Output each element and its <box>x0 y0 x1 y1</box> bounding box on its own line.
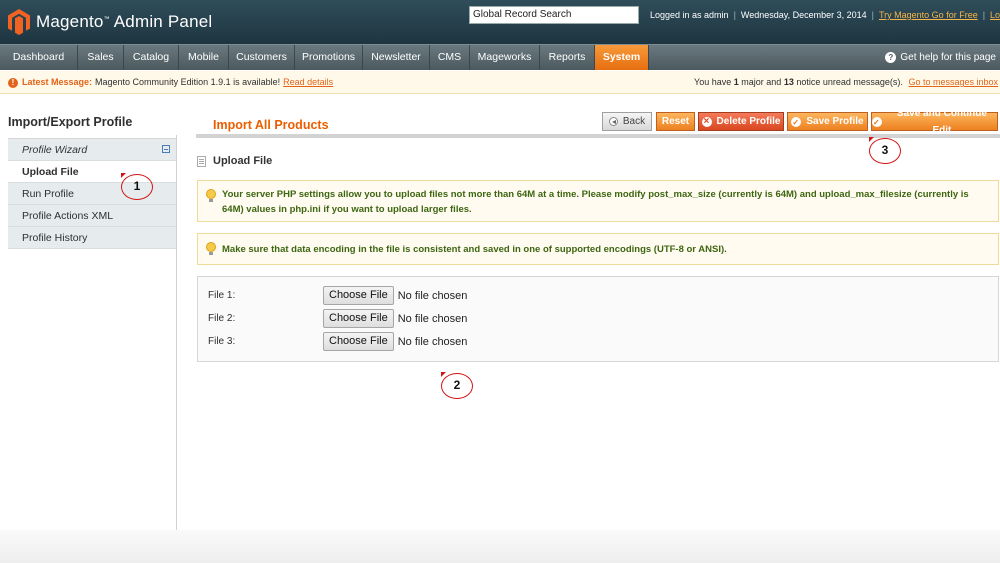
annotation-3: 3 <box>869 138 901 164</box>
nav-customers[interactable]: Customers <box>229 45 295 70</box>
title-divider <box>196 134 1000 138</box>
lightbulb-icon <box>206 189 216 202</box>
try-magento-go-link[interactable]: Try Magento Go for Free <box>879 10 978 20</box>
choose-file-button[interactable]: Choose File <box>323 332 394 351</box>
latest-message-label: Latest Message: <box>22 77 93 87</box>
notice-text: Your server PHP settings allow you to up… <box>222 189 969 215</box>
current-date: Wednesday, December 3, 2014 <box>740 10 867 20</box>
save-icon <box>791 114 802 131</box>
delete-icon <box>701 113 712 130</box>
major-count: 1 <box>733 77 739 87</box>
annotation-2: 2 <box>441 373 473 399</box>
file-row: File 1: Choose File No file chosen <box>208 286 467 305</box>
reset-button[interactable]: Reset <box>656 112 695 131</box>
nav-sales[interactable]: Sales <box>78 45 124 70</box>
magento-logo-icon <box>8 9 30 35</box>
warning-icon: ! <box>8 77 18 88</box>
header-info: Logged in as admin | Wednesday, December 3… <box>650 10 1000 20</box>
php-settings-notice: Your server PHP settings allow you to up… <box>197 180 999 222</box>
latest-message-text: Magento Community Edition 1.9.1 is avail… <box>95 77 281 87</box>
notice-text: Make sure that data encoding in the file… <box>222 244 727 255</box>
back-button-label: Back <box>622 116 646 127</box>
nav-dashboard[interactable]: Dashboard <box>0 45 78 70</box>
sidebar-item-label: Run Profile <box>22 188 74 200</box>
file-row: File 3: Choose File No file chosen <box>208 332 467 351</box>
sidebar-item-profile-actions-xml[interactable]: Profile Actions XML <box>8 205 176 227</box>
choose-file-button[interactable]: Choose File <box>323 309 394 328</box>
back-button[interactable]: Back <box>602 112 652 131</box>
sidebar-title: Import/Export Profile <box>8 115 133 129</box>
reset-button-label: Reset <box>661 116 690 127</box>
section-title: Upload File <box>213 155 273 167</box>
sidebar-item-label: Profile Actions XML <box>22 210 114 222</box>
document-icon <box>197 155 206 167</box>
nav-mobile[interactable]: Mobile <box>179 45 229 70</box>
help-link[interactable]: ? Get help for this page <box>885 45 996 70</box>
global-search-input[interactable]: Global Record Search <box>469 6 639 24</box>
unread-text-2: major and <box>741 77 782 87</box>
sidebar-item-profile-wizard[interactable]: Profile Wizard <box>8 139 176 161</box>
nav-mageworks[interactable]: Mageworks <box>470 45 540 70</box>
page-title: Import All Products <box>213 118 329 132</box>
notice-count: 13 <box>783 77 794 87</box>
nav-reports[interactable]: Reports <box>540 45 595 70</box>
annotation-1: 1 <box>121 174 153 200</box>
sidebar-item-label: Upload File <box>22 166 79 178</box>
unread-text-3: notice unread message(s). <box>796 77 903 87</box>
nav-promotions[interactable]: Promotions <box>295 45 363 70</box>
admin-header: Magento™ Admin Panel Global Record Searc… <box>0 0 1000 44</box>
file-status: No file chosen <box>397 289 468 302</box>
file-row: File 2: Choose File No file chosen <box>208 309 467 328</box>
nav-cms[interactable]: CMS <box>430 45 470 70</box>
message-bar: ! Latest Message: Magento Community Edit… <box>0 71 1000 94</box>
read-details-link[interactable]: Read details <box>283 71 333 94</box>
save-and-continue-button[interactable]: Save and Continue Edit <box>871 108 998 136</box>
logo-subtitle: Admin Panel <box>113 12 213 31</box>
delete-profile-button[interactable]: Delete Profile <box>698 112 784 131</box>
delete-button-label: Delete Profile <box>716 116 781 127</box>
file-status: No file chosen <box>397 335 468 348</box>
logged-in-text: Logged in as admin <box>650 10 729 20</box>
footer-strip <box>0 530 1000 563</box>
save-continue-icon <box>872 114 882 131</box>
lightbulb-icon <box>206 242 216 255</box>
magento-logo[interactable]: Magento™ Admin Panel <box>8 8 212 36</box>
section-header: Upload File <box>197 155 272 167</box>
sidebar-item-label: Profile Wizard <box>22 144 88 156</box>
save-profile-button[interactable]: Save Profile <box>787 112 868 131</box>
encoding-notice: Make sure that data encoding in the file… <box>197 233 999 265</box>
collapse-icon[interactable] <box>162 145 170 153</box>
nav-newsletter[interactable]: Newsletter <box>363 45 430 70</box>
main-nav: Dashboard Sales Catalog Mobile Customers… <box>0 44 1000 70</box>
help-icon: ? <box>885 52 897 63</box>
sidebar-item-label: Profile History <box>22 232 88 244</box>
file-label: File 3: <box>208 336 236 347</box>
sidebar-divider <box>176 135 177 530</box>
file-upload-box: File 1: Choose File No file chosen File … <box>197 276 999 362</box>
logo-brand: Magento <box>36 12 104 31</box>
nav-catalog[interactable]: Catalog <box>124 45 179 70</box>
nav-system[interactable]: System <box>595 45 649 70</box>
help-text: Get help for this page <box>900 52 996 63</box>
back-arrow-icon <box>608 117 618 126</box>
save-button-label: Save Profile <box>806 116 864 127</box>
messages-inbox-link[interactable]: Go to messages inbox <box>908 77 998 87</box>
choose-file-button[interactable]: Choose File <box>323 286 394 305</box>
file-label: File 1: <box>208 290 236 301</box>
unread-text-1: You have <box>694 77 732 87</box>
logout-link[interactable]: Log Out <box>990 10 1000 20</box>
file-status: No file chosen <box>397 312 468 325</box>
file-label: File 2: <box>208 313 236 324</box>
sidebar-item-profile-history[interactable]: Profile History <box>8 227 176 249</box>
